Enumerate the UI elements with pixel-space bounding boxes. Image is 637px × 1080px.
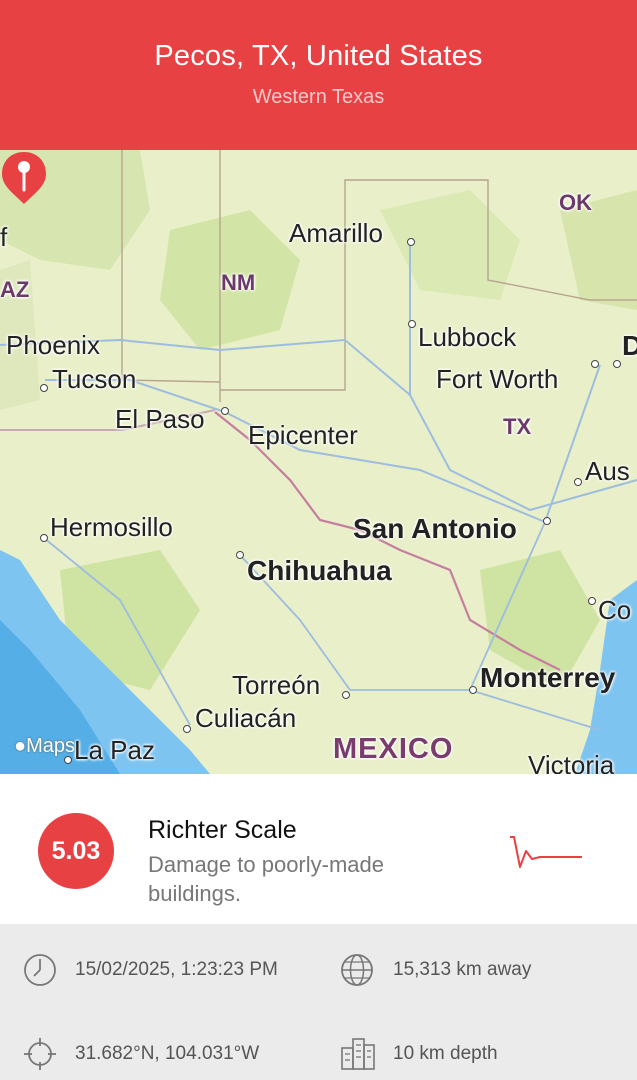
location-header: Pecos, TX, United States Western Texas (0, 0, 637, 150)
map-label-epicenter: Epicenter (248, 420, 358, 450)
map-label-amarillo: Amarillo (289, 218, 383, 248)
map-pin-icon[interactable] (0, 150, 48, 206)
apple-logo-icon: ● (14, 735, 27, 757)
map-label-austin: Aus (585, 456, 630, 486)
map-label-phoenix: Phoenix (6, 330, 100, 360)
city-dot-dallas (613, 360, 621, 368)
map-label-mexico: MEXICO (333, 733, 454, 765)
location-title: Pecos, TX, United States (154, 40, 483, 72)
map-view[interactable]: OK f Amarillo AZ NM Phoenix Tucson Lubbo… (0, 150, 637, 774)
city-dot-monterrey (469, 686, 477, 694)
location-region: Western Texas (252, 86, 385, 108)
seismograph-icon (510, 836, 582, 868)
map-label-san-antonio: San Antonio (353, 513, 517, 544)
scale-title: Richter Scale (148, 816, 297, 844)
maps-logo: ●Maps (14, 735, 75, 757)
crosshair-icon (24, 1038, 56, 1070)
city-dot-amarillo (407, 238, 415, 246)
clock-icon (24, 954, 56, 986)
map-label-tucson: Tucson (52, 364, 137, 394)
quake-distance: 15,313 km away (393, 959, 532, 980)
buildings-icon (341, 1038, 375, 1070)
map-label-co: Co (598, 595, 632, 625)
map-label-lubbock: Lubbock (418, 322, 517, 352)
map-label-az: AZ (0, 277, 30, 302)
quake-datetime: 15/02/2025, 1:23:23 PM (75, 959, 278, 980)
magnitude-card: 5.03 Richter Scale Damage to poorly-made… (0, 774, 637, 924)
map-label-chihuahua: Chihuahua (247, 555, 392, 586)
city-dot-chihuahua (236, 551, 244, 559)
city-dot-hermosillo (40, 534, 48, 542)
city-dot-austin (574, 478, 582, 486)
city-dot-lubbock (408, 320, 416, 328)
globe-icon (341, 954, 373, 986)
map-label-monterrey: Monterrey (480, 662, 616, 693)
city-dot-culiacan (183, 725, 191, 733)
map-label-tx: TX (503, 414, 532, 439)
map-label-victoria: Victoria (528, 750, 615, 774)
map-label-culiacan: Culiacán (195, 703, 297, 733)
details-panel: 15/02/2025, 1:23:23 PM 15,313 km away 31… (0, 924, 637, 1080)
city-dot-san-antonio (543, 517, 551, 525)
city-dot-torreon (342, 691, 350, 699)
quake-depth: 10 km depth (393, 1043, 498, 1064)
map-label-torreon: Torreón (232, 670, 321, 700)
map-label-f: f (0, 222, 8, 252)
map-label-d: D (622, 330, 637, 361)
map-label-nm: NM (221, 270, 256, 295)
city-dot-tucson (40, 384, 48, 392)
city-dot-corpus (588, 597, 596, 605)
map-label-hermosillo: Hermosillo (50, 512, 173, 542)
scale-description: Damage to poorly-made buildings. (148, 852, 385, 906)
magnitude-badge: 5.03 (38, 813, 114, 889)
quake-coordinates: 31.682°N, 104.031°W (75, 1043, 260, 1064)
map-label-la-paz: La Paz (74, 735, 155, 765)
map-label-el-paso: El Paso (115, 404, 205, 434)
city-dot-fort-worth (591, 360, 599, 368)
map-label-ok: OK (559, 190, 592, 215)
city-dot-el-paso (221, 407, 229, 415)
map-label-fort-worth: Fort Worth (436, 364, 559, 394)
